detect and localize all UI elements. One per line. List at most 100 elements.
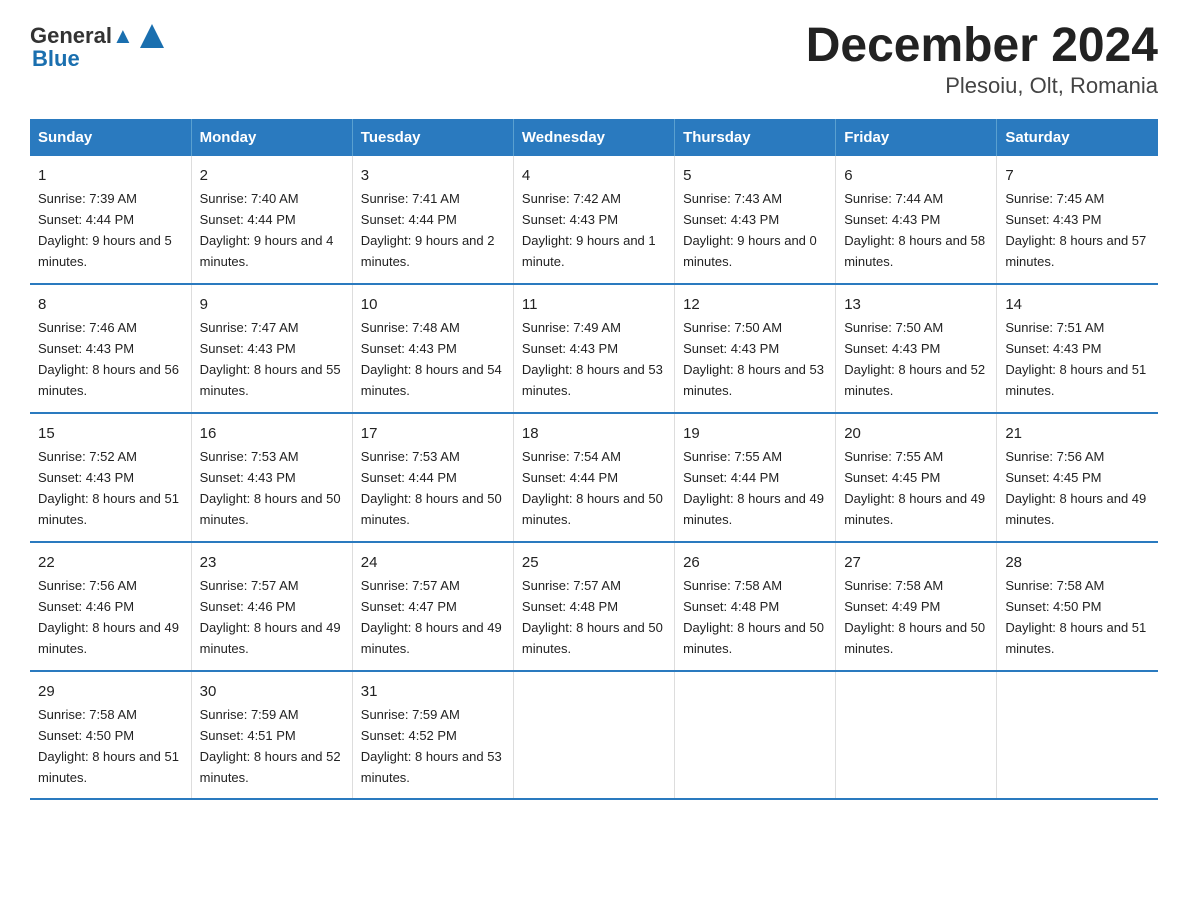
day-cell: 10 Sunrise: 7:48 AMSunset: 4:43 PMDayligh… [352, 284, 513, 413]
day-cell: 8Sunrise: 7:46 AMSunset: 4:43 PMDaylight… [30, 284, 191, 413]
page-header: General▲ Blue December 2024 Plesoiu, Olt… [30, 20, 1158, 99]
title-block: December 2024 Plesoiu, Olt, Romania [806, 20, 1158, 99]
day-number: 18 [522, 422, 666, 445]
day-info: Sunrise: 7:57 AMSunset: 4:47 PMDaylight:… [361, 578, 502, 656]
header-row: SundayMondayTuesdayWednesdayThursdayFrid… [30, 119, 1158, 156]
day-number: 23 [200, 551, 344, 574]
day-cell [513, 671, 674, 800]
day-number: 4 [522, 164, 666, 187]
day-cell: 15 Sunrise: 7:52 AMSunset: 4:43 PMDayligh… [30, 413, 191, 542]
day-cell: 7 Sunrise: 7:45 AMSunset: 4:43 PMDaylight… [997, 156, 1158, 284]
day-number: 29 [38, 680, 183, 703]
day-cell: 25 Sunrise: 7:57 AMSunset: 4:48 PMDayligh… [513, 542, 674, 671]
day-cell: 18 Sunrise: 7:54 AMSunset: 4:44 PMDayligh… [513, 413, 674, 542]
day-cell: 20 Sunrise: 7:55 AMSunset: 4:45 PMDayligh… [836, 413, 997, 542]
header-cell-sunday: Sunday [30, 119, 191, 156]
day-number: 17 [361, 422, 505, 445]
day-number: 24 [361, 551, 505, 574]
day-info: Sunrise: 7:55 AMSunset: 4:45 PMDaylight:… [844, 449, 985, 527]
day-cell: 29 Sunrise: 7:58 AMSunset: 4:50 PMDayligh… [30, 671, 191, 800]
header-cell-wednesday: Wednesday [513, 119, 674, 156]
day-cell: 27Sunrise: 7:58 AMSunset: 4:49 PMDayligh… [836, 542, 997, 671]
header-cell-thursday: Thursday [675, 119, 836, 156]
day-info: Sunrise: 7:53 AMSunset: 4:44 PMDaylight:… [361, 449, 502, 527]
day-info: Sunrise: 7:57 AMSunset: 4:48 PMDaylight:… [522, 578, 663, 656]
header-cell-monday: Monday [191, 119, 352, 156]
day-number: 1 [38, 164, 183, 187]
day-number: 22 [38, 551, 183, 574]
day-cell: 14 Sunrise: 7:51 AMSunset: 4:43 PMDayligh… [997, 284, 1158, 413]
day-info: Sunrise: 7:49 AMSunset: 4:43 PMDaylight:… [522, 320, 663, 398]
day-number: 3 [361, 164, 505, 187]
calendar-title: December 2024 [806, 20, 1158, 73]
day-info: Sunrise: 7:58 AMSunset: 4:50 PMDaylight:… [38, 707, 179, 785]
day-cell: 28 Sunrise: 7:58 AMSunset: 4:50 PMDayligh… [997, 542, 1158, 671]
day-number: 11 [522, 293, 666, 316]
day-cell: 1 Sunrise: 7:39 AMSunset: 4:44 PMDaylight… [30, 156, 191, 284]
day-number: 15 [38, 422, 183, 445]
day-info: Sunrise: 7:44 AMSunset: 4:43 PMDaylight:… [844, 191, 985, 269]
day-info: Sunrise: 7:53 AMSunset: 4:43 PMDaylight:… [200, 449, 341, 527]
day-number: 7 [1005, 164, 1150, 187]
day-info: Sunrise: 7:42 AMSunset: 4:43 PMDaylight:… [522, 191, 656, 269]
header-cell-saturday: Saturday [997, 119, 1158, 156]
day-info: Sunrise: 7:58 AMSunset: 4:50 PMDaylight:… [1005, 578, 1146, 656]
day-number: 31 [361, 680, 505, 703]
day-number: 25 [522, 551, 666, 574]
day-cell [997, 671, 1158, 800]
day-cell: 30Sunrise: 7:59 AMSunset: 4:51 PMDayligh… [191, 671, 352, 800]
day-info: Sunrise: 7:56 AMSunset: 4:46 PMDaylight:… [38, 578, 179, 656]
day-number: 2 [200, 164, 344, 187]
day-number: 30 [200, 680, 344, 703]
day-cell: 13 Sunrise: 7:50 AMSunset: 4:43 PMDayligh… [836, 284, 997, 413]
week-row-3: 15 Sunrise: 7:52 AMSunset: 4:43 PMDayligh… [30, 413, 1158, 542]
day-cell [675, 671, 836, 800]
calendar-location: Plesoiu, Olt, Romania [806, 73, 1158, 99]
day-info: Sunrise: 7:48 AMSunset: 4:43 PMDaylight:… [361, 320, 502, 398]
logo-icon [136, 20, 168, 52]
week-row-1: 1 Sunrise: 7:39 AMSunset: 4:44 PMDaylight… [30, 156, 1158, 284]
day-info: Sunrise: 7:47 AMSunset: 4:43 PMDaylight:… [200, 320, 341, 398]
day-number: 26 [683, 551, 827, 574]
day-cell: 16Sunrise: 7:53 AMSunset: 4:43 PMDayligh… [191, 413, 352, 542]
day-info: Sunrise: 7:41 AMSunset: 4:44 PMDaylight:… [361, 191, 495, 269]
day-info: Sunrise: 7:50 AMSunset: 4:43 PMDaylight:… [844, 320, 985, 398]
day-info: Sunrise: 7:58 AMSunset: 4:48 PMDaylight:… [683, 578, 824, 656]
day-cell: 5 Sunrise: 7:43 AMSunset: 4:43 PMDaylight… [675, 156, 836, 284]
header-cell-friday: Friday [836, 119, 997, 156]
day-number: 10 [361, 293, 505, 316]
day-number: 27 [844, 551, 988, 574]
day-info: Sunrise: 7:54 AMSunset: 4:44 PMDaylight:… [522, 449, 663, 527]
day-cell: 21Sunrise: 7:56 AMSunset: 4:45 PMDayligh… [997, 413, 1158, 542]
day-cell: 12 Sunrise: 7:50 AMSunset: 4:43 PMDayligh… [675, 284, 836, 413]
day-cell: 31 Sunrise: 7:59 AMSunset: 4:52 PMDayligh… [352, 671, 513, 800]
day-number: 5 [683, 164, 827, 187]
day-info: Sunrise: 7:57 AMSunset: 4:46 PMDaylight:… [200, 578, 341, 656]
day-info: Sunrise: 7:50 AMSunset: 4:43 PMDaylight:… [683, 320, 824, 398]
day-info: Sunrise: 7:45 AMSunset: 4:43 PMDaylight:… [1005, 191, 1146, 269]
day-info: Sunrise: 7:52 AMSunset: 4:43 PMDaylight:… [38, 449, 179, 527]
day-cell: 9 Sunrise: 7:47 AMSunset: 4:43 PMDaylight… [191, 284, 352, 413]
day-cell: 26 Sunrise: 7:58 AMSunset: 4:48 PMDayligh… [675, 542, 836, 671]
day-info: Sunrise: 7:59 AMSunset: 4:52 PMDaylight:… [361, 707, 502, 785]
day-cell: 19Sunrise: 7:55 AMSunset: 4:44 PMDayligh… [675, 413, 836, 542]
day-cell: 6Sunrise: 7:44 AMSunset: 4:43 PMDaylight… [836, 156, 997, 284]
day-cell [836, 671, 997, 800]
day-number: 14 [1005, 293, 1150, 316]
day-info: Sunrise: 7:51 AMSunset: 4:43 PMDaylight:… [1005, 320, 1146, 398]
day-cell: 23 Sunrise: 7:57 AMSunset: 4:46 PMDayligh… [191, 542, 352, 671]
header-cell-tuesday: Tuesday [352, 119, 513, 156]
week-row-4: 22 Sunrise: 7:56 AMSunset: 4:46 PMDayligh… [30, 542, 1158, 671]
day-number: 28 [1005, 551, 1150, 574]
day-number: 9 [200, 293, 344, 316]
day-info: Sunrise: 7:46 AMSunset: 4:43 PMDaylight:… [38, 320, 179, 398]
day-number: 12 [683, 293, 827, 316]
day-number: 20 [844, 422, 988, 445]
day-number: 13 [844, 293, 988, 316]
day-number: 19 [683, 422, 827, 445]
day-number: 21 [1005, 422, 1150, 445]
day-info: Sunrise: 7:39 AMSunset: 4:44 PMDaylight:… [38, 191, 172, 269]
day-cell: 11 Sunrise: 7:49 AMSunset: 4:43 PMDayligh… [513, 284, 674, 413]
day-info: Sunrise: 7:43 AMSunset: 4:43 PMDaylight:… [683, 191, 817, 269]
day-cell: 22 Sunrise: 7:56 AMSunset: 4:46 PMDayligh… [30, 542, 191, 671]
